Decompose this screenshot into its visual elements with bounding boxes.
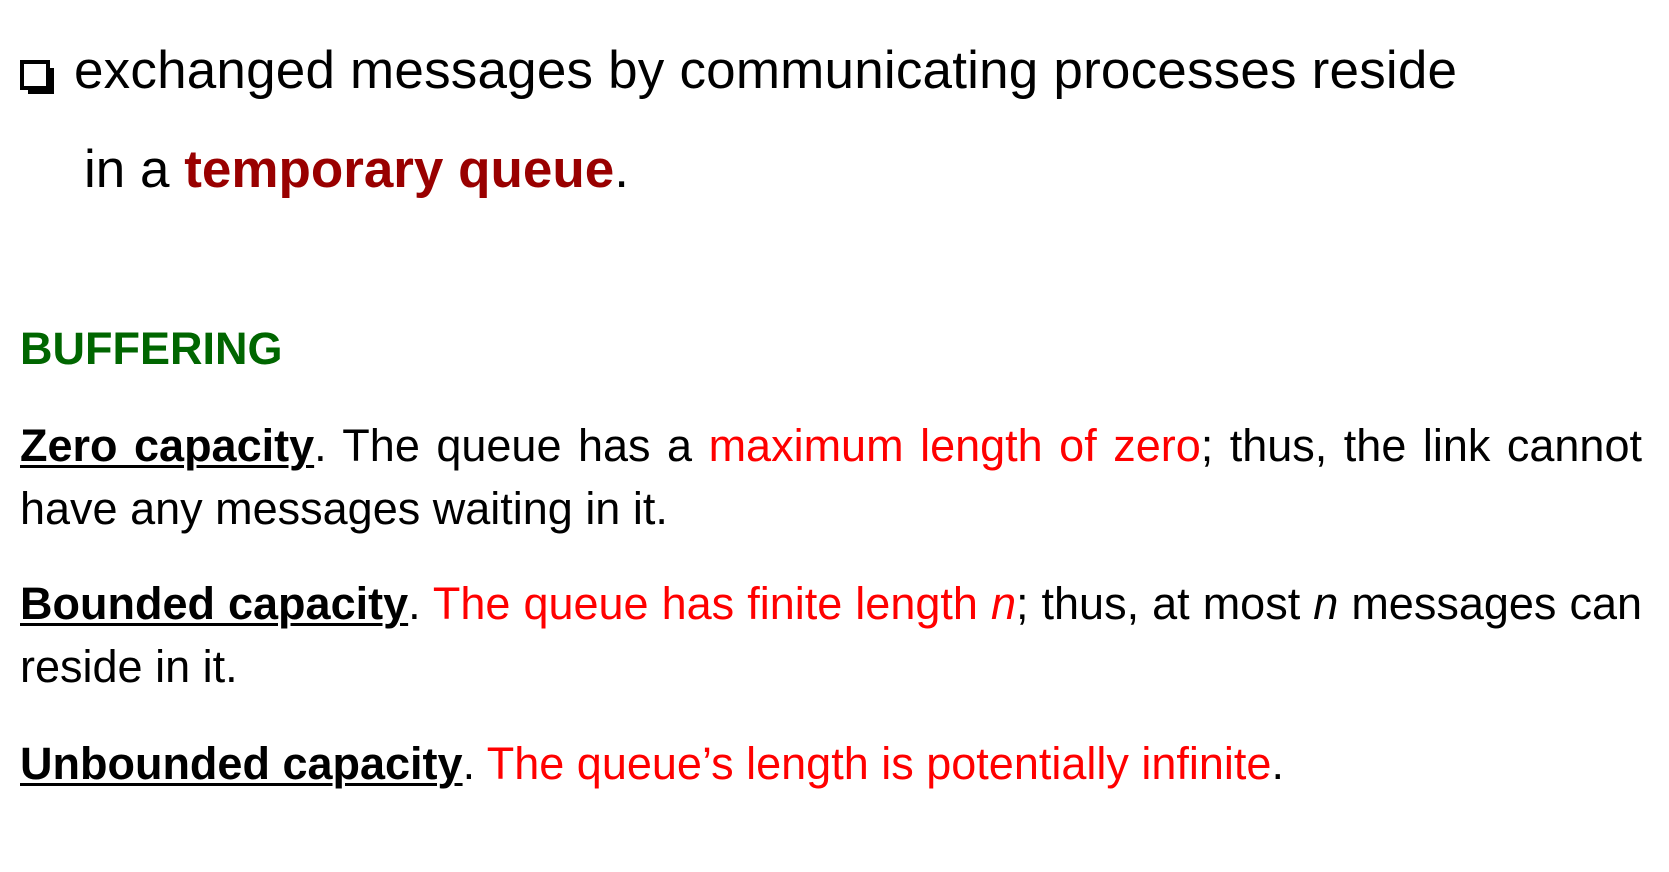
bounded-capacity-mid: ; thus, at most bbox=[1015, 578, 1314, 629]
intro-prefix: in a bbox=[84, 140, 185, 199]
zero-capacity-term: Zero capacity bbox=[20, 420, 315, 471]
bounded-capacity-term: Bounded capacity bbox=[20, 578, 409, 629]
section-heading: BUFFERING bbox=[20, 323, 283, 374]
intro-suffix: . bbox=[614, 140, 629, 199]
zero-capacity-paragraph: Zero capacity. The queue has a maximum l… bbox=[20, 414, 1642, 540]
unbounded-capacity-paragraph: Unbounded capacity. The queue’s length i… bbox=[20, 732, 1642, 795]
unbounded-capacity-sep: . bbox=[462, 738, 487, 789]
zero-capacity-sep: . The queue has a bbox=[314, 420, 709, 471]
intro-line-1: exchanged messages by communicating proc… bbox=[20, 44, 1457, 97]
bounded-capacity-n2: n bbox=[1313, 578, 1339, 629]
bounded-capacity-highlight: The queue has finite length bbox=[432, 578, 991, 629]
bounded-capacity-paragraph: Bounded capacity. The queue has finite l… bbox=[20, 572, 1642, 698]
temporary-queue-highlight: temporary queue bbox=[184, 140, 615, 199]
intro-line-2: in a temporary queue. bbox=[84, 143, 629, 196]
unbounded-capacity-term: Unbounded capacity bbox=[20, 738, 463, 789]
bounded-capacity-sep: . bbox=[408, 578, 433, 629]
unbounded-capacity-highlight: The queue’s length is potentially infini… bbox=[486, 738, 1272, 789]
checkbox-bullet-icon bbox=[20, 60, 54, 94]
intro-text-line-1: exchanged messages by communicating proc… bbox=[74, 41, 1458, 100]
unbounded-capacity-end: . bbox=[1271, 738, 1284, 789]
zero-capacity-highlight: maximum length of zero bbox=[708, 420, 1201, 471]
bounded-capacity-n: n bbox=[990, 578, 1016, 629]
